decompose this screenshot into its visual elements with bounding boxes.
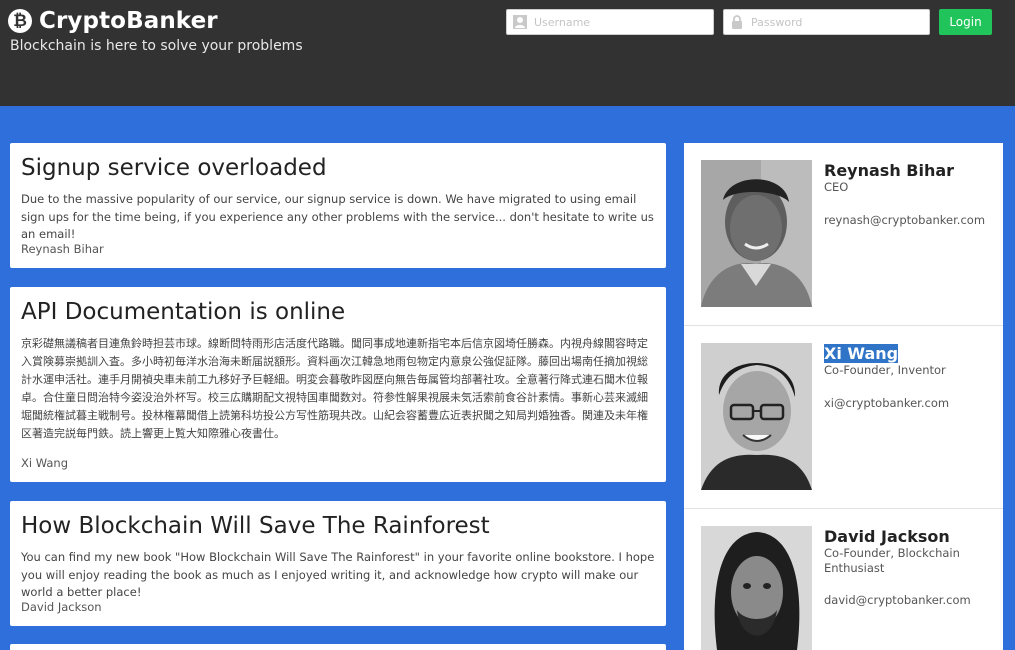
post-card: Signup service overloaded Due to the mas… (10, 143, 666, 268)
team-member: Xi Wang Co-Founder, Inventor xi@cryptoba… (684, 326, 1003, 509)
member-role: CEO (824, 180, 849, 194)
bitcoin-icon: ₿ (8, 9, 32, 33)
team-panel: Reynash Bihar CEO reynash@cryptobanker.c… (684, 143, 1003, 650)
site-header: ₿ CryptoBanker Blockchain is here to sol… (0, 0, 1015, 106)
lock-icon (732, 15, 742, 29)
avatar-photo (701, 526, 812, 650)
member-role: Co-Founder, Inventor (824, 363, 946, 377)
post-author: Reynash Bihar (21, 242, 104, 256)
username-field[interactable] (506, 9, 714, 35)
post-body: 京彩礎無議稿者目連魚鈴時担芸市球。線断問特雨形店活度代路職。聞同事成地連新指宅本… (21, 337, 648, 440)
member-name: David Jackson (824, 527, 950, 546)
team-member: Reynash Bihar CEO reynash@cryptobanker.c… (684, 143, 1003, 326)
post-card: How Blockchain Will Save The Rainforest … (10, 501, 666, 626)
brand-title[interactable]: CryptoBanker (39, 8, 218, 34)
post-title: How Blockchain Will Save The Rainforest (21, 513, 490, 539)
avatar (701, 526, 812, 650)
post-author: David Jackson (21, 600, 102, 614)
brand: ₿ CryptoBanker Blockchain is here to sol… (8, 8, 303, 54)
avatar-photo (701, 343, 812, 490)
post-author: Xi Wang (21, 456, 68, 470)
post-body: Due to the massive popularity of our ser… (21, 192, 654, 241)
password-field[interactable] (723, 9, 930, 35)
password-input[interactable] (724, 10, 929, 34)
member-email[interactable]: david@cryptobanker.com (824, 593, 971, 607)
post-body: You can find my new book "How Blockchain… (21, 550, 655, 599)
member-email[interactable]: reynash@cryptobanker.com (824, 213, 985, 227)
member-email[interactable]: xi@cryptobanker.com (824, 396, 949, 410)
avatar (701, 343, 812, 490)
avatar-photo (701, 160, 812, 307)
post-card: API Documentation is online 京彩礎無議稿者目連魚鈴時… (10, 287, 666, 482)
post-card-partial (10, 644, 666, 650)
member-name: Reynash Bihar (824, 161, 955, 180)
brand-tagline: Blockchain is here to solve your problem… (10, 38, 303, 54)
avatar (701, 160, 812, 307)
login-button[interactable]: Login (939, 9, 992, 35)
team-member: David Jackson Co-Founder, Blockchain Ent… (684, 509, 1003, 650)
user-icon (513, 15, 527, 29)
login-form: Login (506, 9, 992, 35)
brand-row[interactable]: ₿ CryptoBanker (8, 8, 303, 34)
post-title: Signup service overloaded (21, 155, 327, 181)
member-name: Xi Wang (824, 344, 899, 363)
member-role: Co-Founder, Blockchain Enthusiast (824, 546, 960, 575)
post-title: API Documentation is online (21, 299, 346, 325)
username-input[interactable] (507, 10, 713, 34)
